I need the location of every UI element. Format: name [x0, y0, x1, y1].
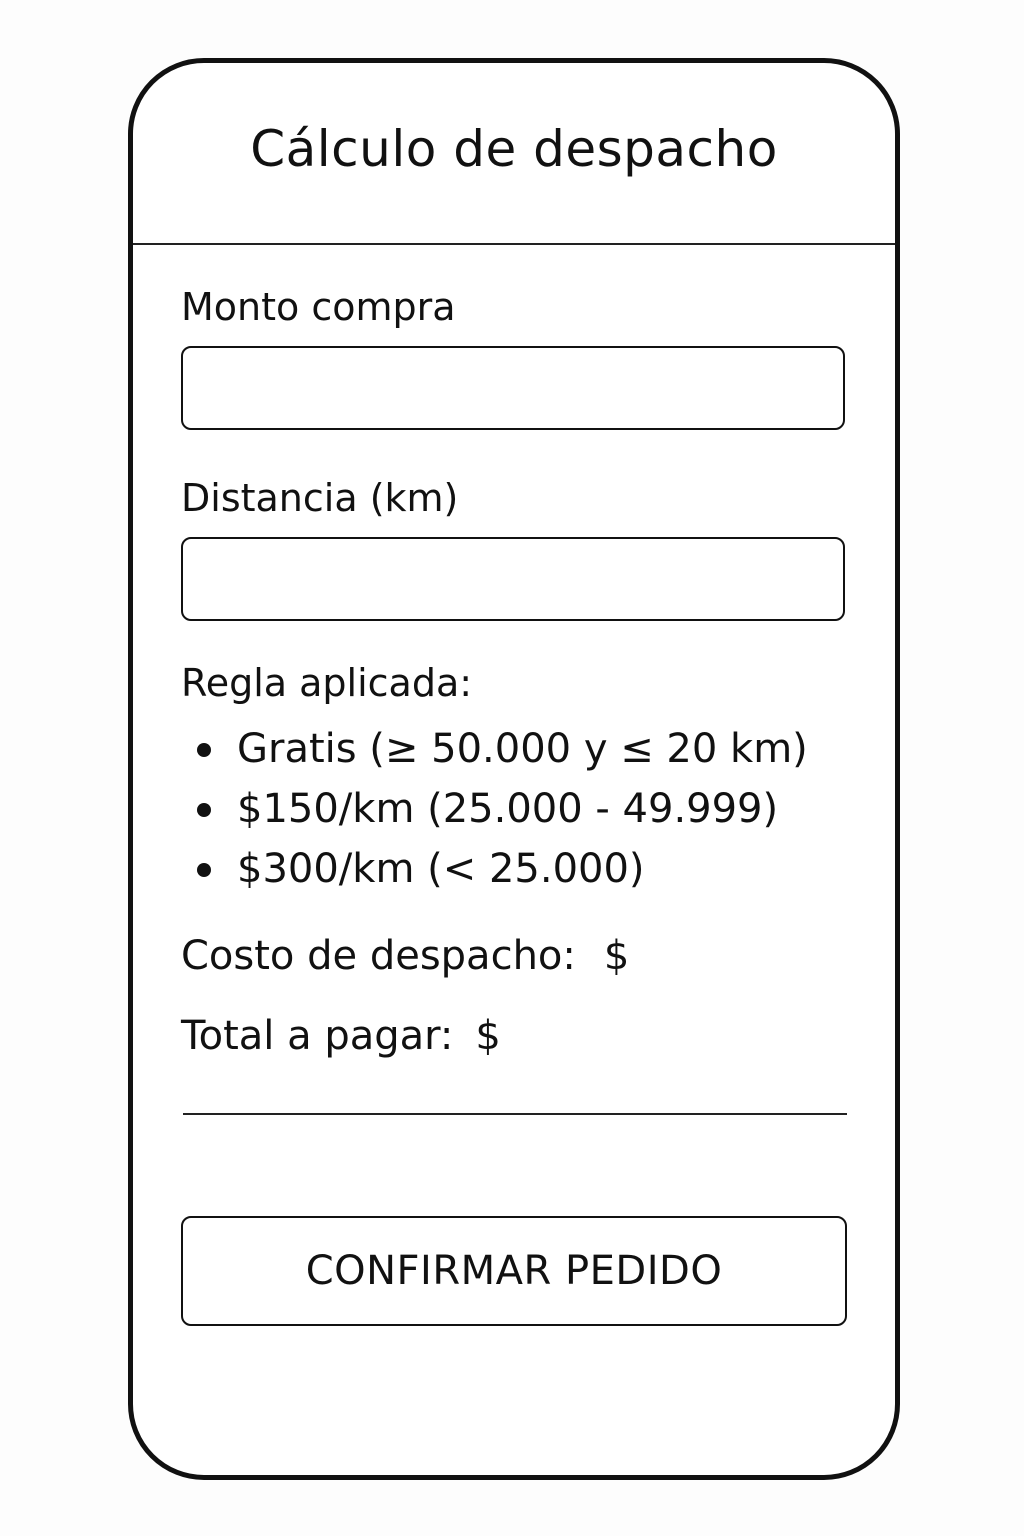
total-value: $: [475, 1013, 501, 1059]
rule-item-label: Gratis (≥ 50.000 y ≤ 20 km): [237, 726, 808, 772]
bullet-icon: [197, 743, 211, 757]
distance-input[interactable]: [181, 537, 845, 621]
confirm-order-button[interactable]: CONFIRMAR PEDIDO: [181, 1216, 847, 1326]
rule-item-150: $150/km (25.000 - 49.999): [181, 783, 808, 843]
rule-item-label: $150/km (25.000 - 49.999): [237, 786, 779, 832]
shipping-cost-value: $: [603, 933, 630, 979]
rule-item-300: $300/km (< 25.000): [181, 843, 808, 903]
total-label: Total a pagar:: [181, 1013, 454, 1059]
rule-item-label: $300/km (< 25.000): [237, 846, 645, 892]
distance-label: Distancia (km): [181, 476, 459, 520]
rule-item-free: Gratis (≥ 50.000 y ≤ 20 km): [181, 723, 808, 783]
bullet-icon: [197, 803, 211, 817]
total-row: Total a pagar: $: [181, 1013, 501, 1059]
page-title: Cálculo de despacho: [250, 120, 778, 178]
divider: [183, 1113, 847, 1115]
phone-frame: Cálculo de despacho Monto compra Distanc…: [128, 58, 900, 1480]
amount-label: Monto compra: [181, 285, 456, 329]
amount-input[interactable]: [181, 346, 845, 430]
shipping-cost-row: Costo de despacho: $: [181, 933, 629, 979]
rules-title: Regla aplicada:: [181, 661, 473, 705]
header: Cálculo de despacho: [133, 63, 895, 245]
rules-list: Gratis (≥ 50.000 y ≤ 20 km) $150/km (25.…: [181, 723, 808, 903]
shipping-cost-label: Costo de despacho:: [181, 933, 576, 979]
bullet-icon: [197, 863, 211, 877]
